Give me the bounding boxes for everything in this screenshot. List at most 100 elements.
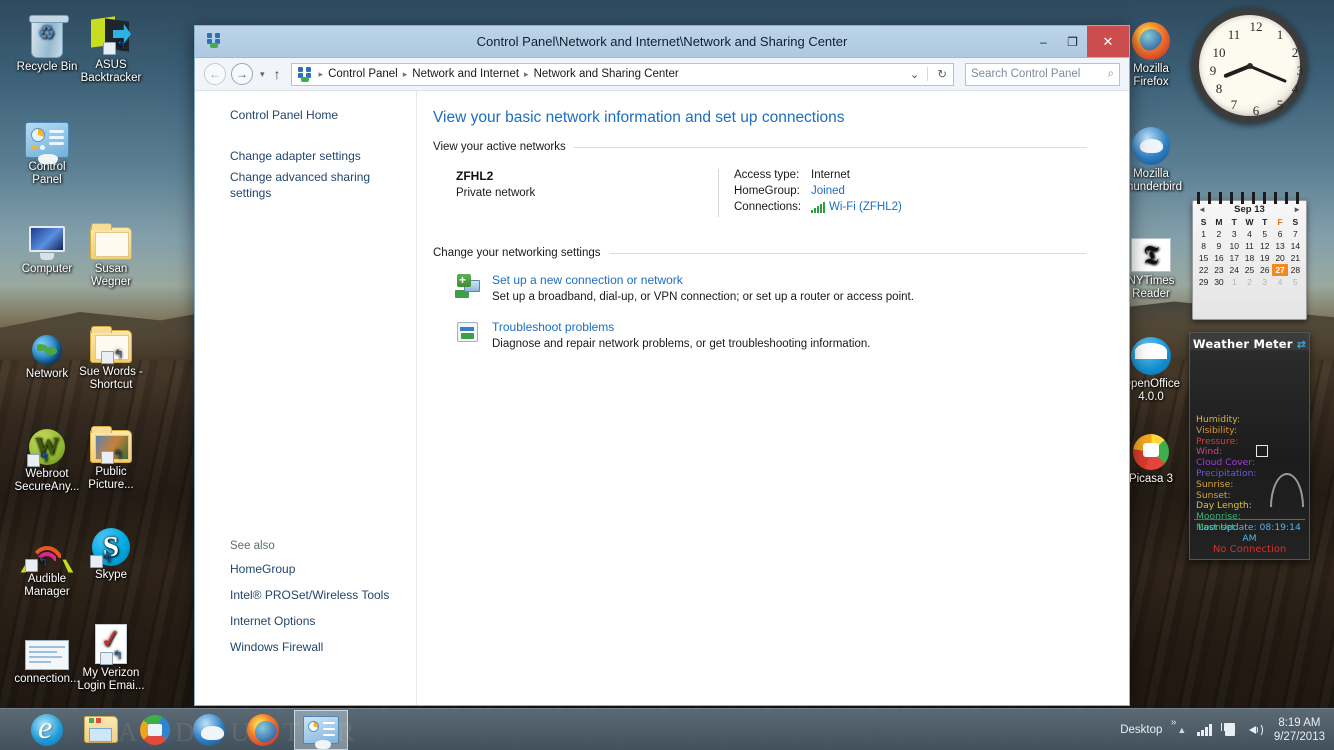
calendar-day[interactable]: 2 (1242, 276, 1257, 288)
pictures-folder-icon (68, 413, 154, 464)
calendar-next-arrow[interactable]: ► (1293, 205, 1301, 214)
sidebar-item-control-panel-home[interactable]: Control Panel Home (230, 107, 380, 123)
maximize-button[interactable]: ❐ (1058, 26, 1087, 57)
taskbar-item-openoffice[interactable] (128, 710, 182, 750)
breadcrumb-item-network-and-internet[interactable]: Network and Internet (412, 68, 519, 80)
calendar-day[interactable]: 1 (1196, 228, 1211, 240)
breadcrumb-item-control-panel[interactable]: Control Panel (328, 68, 398, 80)
calendar-day[interactable]: 6 (1272, 228, 1287, 240)
desktop-icon-sue-words[interactable]: Sue Words - Shortcut (68, 313, 154, 392)
up-button[interactable]: ↑ (272, 66, 286, 82)
calendar-day[interactable]: 28 (1288, 264, 1303, 276)
calendar-day[interactable]: 5 (1257, 228, 1272, 240)
calendar-spiral-rings (1193, 192, 1306, 204)
calendar-day[interactable]: 4 (1272, 276, 1287, 288)
desktop-icon-label: Public Picture... (88, 466, 134, 491)
calendar-day[interactable]: 14 (1288, 240, 1303, 252)
weather-meter-gadget[interactable]: Weather Meter ⇄ Humidity: Visibility: Press… (1189, 332, 1310, 560)
weather-title-row: Weather Meter ⇄ (1190, 333, 1309, 354)
homegroup-value-link[interactable]: Joined (811, 185, 845, 197)
search-input[interactable]: Search Control Panel ⌕ (965, 62, 1120, 86)
recent-locations-button[interactable]: ▾ (258, 69, 267, 80)
taskbar-clock[interactable]: 8:19 AM 9/27/2013 (1270, 716, 1325, 744)
task-link[interactable]: Troubleshoot problems (492, 320, 870, 334)
back-button[interactable]: ← (204, 63, 226, 85)
calendar-day[interactable]: 20 (1272, 252, 1287, 264)
calendar-day[interactable]: 29 (1196, 276, 1211, 288)
desktop-icon-control-panel[interactable]: Control Panel (4, 108, 90, 187)
sidebar-item-change-adapter-settings[interactable]: Change adapter settings (230, 148, 380, 164)
calendar-day-header: T (1231, 217, 1237, 227)
volume-icon[interactable] (1245, 722, 1263, 737)
asus-backtracker-icon (68, 6, 154, 56)
window-titlebar[interactable]: Control Panel\Network and Internet\Netwo… (195, 26, 1129, 58)
calendar-day[interactable]: 3 (1227, 228, 1242, 240)
calendar-day[interactable]: 3 (1257, 276, 1272, 288)
calendar-day[interactable]: 30 (1211, 276, 1226, 288)
refresh-icon[interactable]: ⇄ (1297, 338, 1306, 351)
calendar-day[interactable]: 5 (1288, 276, 1303, 288)
calendar-day[interactable]: 16 (1211, 252, 1226, 264)
main-content: View your basic network information and … (417, 91, 1129, 705)
document-icon: ✓ (68, 614, 154, 665)
network-identity: ZFHL2 Private network (433, 169, 718, 217)
task-troubleshoot-problems[interactable]: Troubleshoot problems Diagnose and repai… (455, 320, 1087, 350)
desktop-icon-my-verizon-login[interactable]: ✓ My Verizon Login Emai... (68, 614, 154, 693)
calendar-day[interactable]: 19 (1257, 252, 1272, 264)
calendar-day[interactable]: 1 (1227, 276, 1242, 288)
taskbar-item-file-explorer[interactable] (74, 710, 128, 750)
calendar-day[interactable]: 17 (1227, 252, 1242, 264)
taskbar-item-internet-explorer[interactable] (20, 709, 74, 750)
desktop-icon-public-pictures[interactable]: Public Picture... (68, 413, 154, 492)
clock-gadget[interactable]: 12 1 2 3 4 5 6 7 8 9 10 11 (1192, 8, 1307, 123)
calendar-day[interactable]: 9 (1211, 240, 1226, 252)
chevron-down-icon[interactable]: ⌄ (910, 67, 920, 81)
battery-charging-icon[interactable] (1220, 722, 1236, 737)
calendar-day[interactable]: 12 (1257, 240, 1272, 252)
task-link[interactable]: Set up a new connection or network (492, 273, 914, 287)
calendar-day[interactable]: 25 (1242, 264, 1257, 276)
calendar-day[interactable]: 22 (1196, 264, 1211, 276)
show-hidden-icons-button[interactable]: ▲ (1175, 725, 1188, 735)
calendar-day-today[interactable]: 27 (1272, 264, 1288, 276)
task-set-up-new-connection[interactable]: + Set up a new connection or network Set… (455, 273, 1087, 303)
calendar-day[interactable]: 10 (1227, 240, 1242, 252)
see-also-item-intel-proset[interactable]: Intel® PROSet/Wireless Tools (230, 587, 410, 603)
calendar-day[interactable]: 15 (1196, 252, 1211, 264)
show-desktop-button[interactable]: Desktop » (1116, 717, 1176, 736)
signal-bars-icon[interactable] (1197, 723, 1212, 736)
task-description: Set up a broadband, dial-up, or VPN conn… (492, 291, 914, 303)
calendar-day[interactable]: 4 (1242, 228, 1257, 240)
calendar-day[interactable]: 11 (1242, 240, 1257, 252)
breadcrumb-item-network-and-sharing-center[interactable]: Network and Sharing Center (534, 68, 679, 80)
see-also-item-windows-firewall[interactable]: Windows Firewall (230, 639, 380, 655)
calendar-day[interactable]: 26 (1257, 264, 1272, 276)
see-also-item-homegroup[interactable]: HomeGroup (230, 561, 380, 577)
calendar-day[interactable]: 8 (1196, 240, 1211, 252)
desktop-icon-susan-wegner[interactable]: Susan Wegner (68, 210, 154, 289)
close-button[interactable]: ✕ (1087, 26, 1129, 57)
minimize-button[interactable]: – (1029, 26, 1058, 57)
sidebar-item-change-advanced-sharing-settings[interactable]: Change advanced sharing settings (230, 169, 380, 201)
calendar-day[interactable]: 24 (1227, 264, 1242, 276)
calendar-prev-arrow[interactable]: ◄ (1198, 205, 1206, 214)
calendar-day[interactable]: 7 (1288, 228, 1303, 240)
refresh-icon[interactable]: ↻ (927, 67, 947, 81)
forward-button[interactable]: → (231, 63, 253, 85)
calendar-day[interactable]: 2 (1211, 228, 1226, 240)
calendar-day[interactable]: 18 (1242, 252, 1257, 264)
window-title: Control Panel\Network and Internet\Netwo… (476, 34, 848, 49)
taskbar-item-thunderbird[interactable] (182, 710, 236, 750)
connection-value-link[interactable]: Wi-Fi (ZFHL2) (829, 201, 902, 213)
breadcrumb[interactable]: ▸ Control Panel ▸ Network and Internet ▸… (290, 62, 954, 86)
calendar-gadget[interactable]: ◄ Sep 13 ► S M T W T F S 1 2 3 4 5 6 7 8 9 10 11 12 13 14 15 1… (1192, 192, 1307, 320)
taskbar-item-control-panel[interactable] (294, 709, 348, 750)
section-heading-text: View your active networks (433, 141, 566, 153)
taskbar-item-firefox[interactable] (236, 710, 290, 750)
desktop-icon-asus-backtracker[interactable]: ASUS Backtracker (68, 6, 154, 85)
calendar-day[interactable]: 21 (1288, 252, 1303, 264)
see-also-item-internet-options[interactable]: Internet Options (230, 613, 380, 629)
calendar-day[interactable]: 13 (1272, 240, 1287, 252)
desktop-icon-skype[interactable]: S Skype (68, 516, 154, 582)
calendar-day[interactable]: 23 (1211, 264, 1226, 276)
